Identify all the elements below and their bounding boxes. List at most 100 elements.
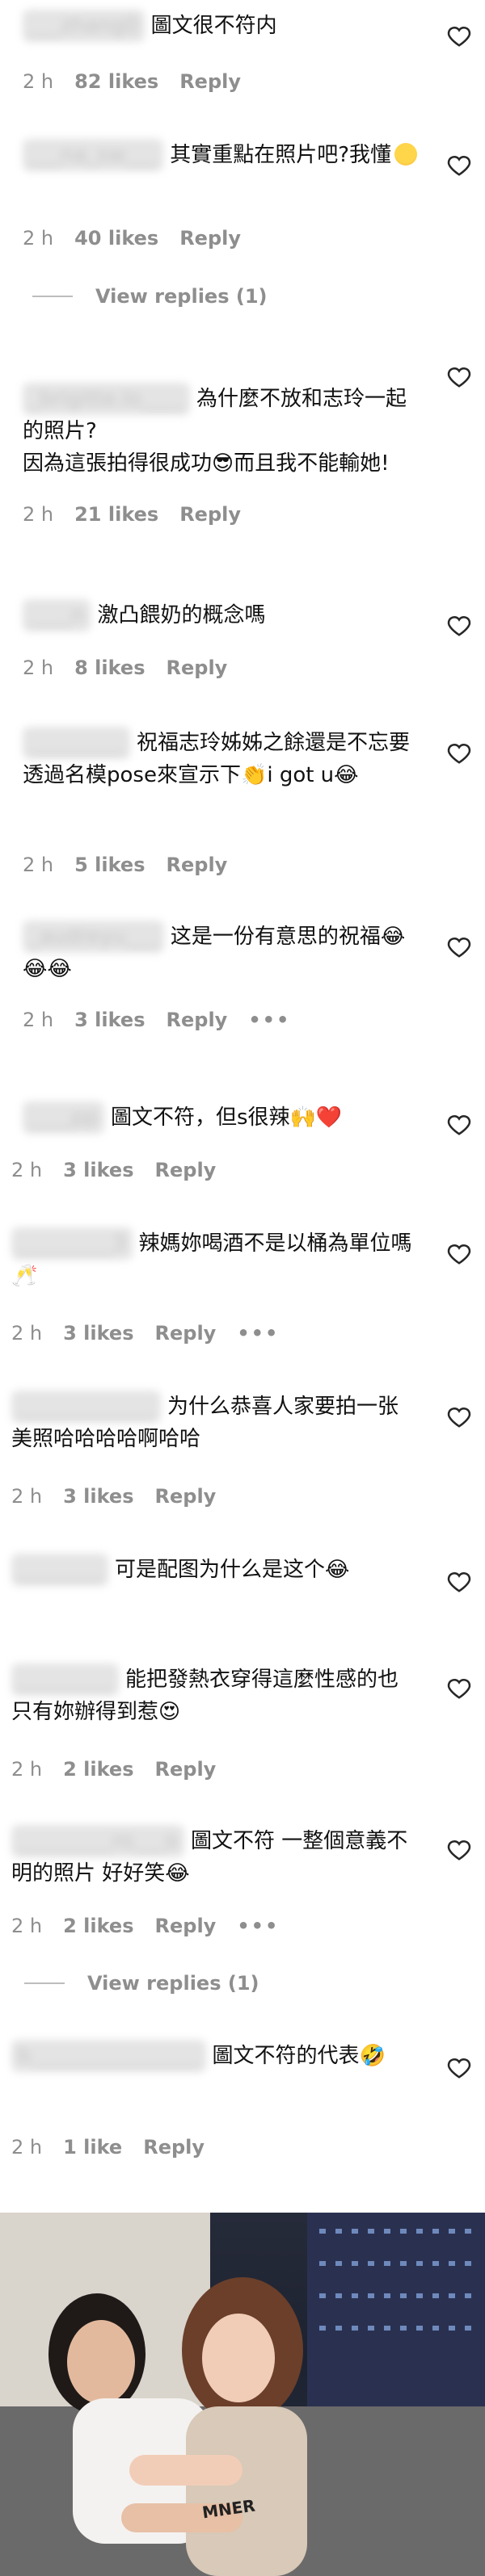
reply-button[interactable]: Reply [155,1321,217,1345]
reply-button[interactable]: Reply [179,69,241,94]
comment-meta: 2 h 40 likes Reply [23,226,241,250]
timestamp: 2 h [23,70,54,93]
reply-button[interactable]: Reply [155,1757,217,1781]
timestamp: 2 h [11,1322,43,1345]
reply-button[interactable]: Reply [155,1484,217,1508]
reply-button[interactable]: Reply [179,226,241,250]
reply-button[interactable]: Reply [167,1008,228,1032]
comment-text: _________3 辣媽妳喝酒不是以桶為單位嗎🥂 [11,1227,415,1292]
comment-meta: 2 h 3 likes Reply [11,1484,216,1508]
comment-text: _____________ 为什么恭喜人家要拍一张美照哈哈哈哈啊哈哈 [11,1391,415,1455]
comment-body: 其實重點在照片吧?我懂 [170,143,392,167]
likes-count[interactable]: 5 likes [74,853,145,877]
username[interactable]: _audreyu___ [23,921,164,953]
username[interactable]: _________ro___o [11,1825,184,1857]
timestamp: 2 h [23,1009,54,1031]
comment-body: 圖文不符的代表🤣 [212,2044,386,2068]
username[interactable]: ___zhang0 [23,10,145,42]
comment-text: b________________ 圖文不符的代表🤣 [11,2040,415,2072]
username[interactable]: _________3 [11,1227,133,1260]
heart-outline-icon[interactable] [447,1838,471,1862]
likes-count[interactable]: 21 likes [74,502,158,527]
comment-text: _________ro___o 圖文不符 一整個意義不明的照片 好好笑😂 [11,1825,415,1890]
heart-outline-icon[interactable] [447,1676,471,1701]
likes-count[interactable]: 40 likes [74,226,158,250]
view-replies-button[interactable]: View replies (1) [24,1972,259,1995]
comment-text: ____n 激凸餵奶的概念嗎 [23,599,427,631]
comment-text: ___na_sw___ 其實重點在照片吧?我懂 [23,139,427,171]
username[interactable]: _brigitte.lo____ [23,383,190,415]
likes-count[interactable]: 3 likes [63,1158,133,1182]
likes-count[interactable]: 3 likes [63,1484,133,1508]
comment-text: _brigitte.lo____ 為什麼不放和志玲一起的照片? 因為這張拍得很成功… [23,350,427,480]
reply-button[interactable]: Reply [155,1914,217,1938]
photo-illustration [0,2213,485,2576]
heart-outline-icon[interactable] [447,1113,471,1137]
comment-text: ___zhang0 圖文很不符内 [23,10,427,42]
comment-meta: 2 h 2 likes Reply ••• [11,1914,279,1938]
view-replies-button[interactable]: View replies (1) [32,285,267,308]
timestamp: 2 h [23,854,54,876]
timestamp: 2 h [11,2136,43,2159]
username[interactable]: ___na_sw___ [23,139,164,171]
comment-meta: 2 h 1 like Reply [11,2135,205,2159]
timestamp: 2 h [23,657,54,679]
comment-meta: 2 h 5 likes Reply [23,853,227,877]
comment-text: ____pp 圖文不符，但s很辣🙌❤️ [23,1101,427,1134]
comment-body: 圖文很不符内 [150,14,277,38]
likes-count[interactable]: 82 likes [74,69,158,94]
reply-button[interactable]: Reply [143,2135,205,2159]
comment-meta: 2 h 3 likes Reply ••• [11,1321,279,1345]
timestamp: 2 h [11,1159,43,1181]
reply-button[interactable]: Reply [155,1158,217,1182]
likes-count[interactable]: 3 likes [74,1008,145,1032]
heart-outline-icon[interactable] [447,1570,471,1594]
heart-outline-icon[interactable] [447,935,471,959]
reply-button[interactable]: Reply [167,853,228,877]
username[interactable]: ________ [11,1554,108,1586]
likes-count[interactable]: 1 like [63,2135,122,2159]
timestamp: 2 h [23,227,54,250]
comment-text: _________ 祝福志玲姊姊之餘還是不忘要透過名模pose來宣示下👏i got… [23,727,427,791]
username[interactable]: ____n [23,599,91,631]
username[interactable]: _________ [11,1663,119,1696]
likes-count[interactable]: 3 likes [63,1321,133,1345]
likes-count[interactable]: 2 likes [63,1914,133,1938]
timestamp: 2 h [11,1485,43,1508]
timestamp: 2 h [23,503,54,526]
heart-outline-icon[interactable] [447,741,471,766]
more-dots-icon[interactable]: ••• [248,1008,290,1032]
comment-text: _________ 能把發熱衣穿得這麼性感的也只有妳辦得到惹😍 [11,1663,415,1728]
divider [24,1982,65,1984]
divider [32,296,73,297]
heart-outline-icon[interactable] [447,1405,471,1429]
comment-meta: 2 h 21 likes Reply [23,502,241,527]
more-dots-icon[interactable]: ••• [237,1321,279,1345]
comment-meta: 2 h 3 likes Reply [11,1158,216,1182]
grin-emoji-icon [394,143,418,166]
reply-button[interactable]: Reply [179,502,241,527]
heart-outline-icon[interactable] [447,1242,471,1266]
comment-body: 可是配图为什么是这个😂 [115,1558,350,1582]
heart-outline-icon[interactable] [447,365,471,389]
likes-count[interactable]: 8 likes [74,656,145,680]
comment-meta: 2 h 2 likes Reply [11,1757,216,1781]
heart-outline-icon[interactable] [447,2056,471,2080]
username[interactable]: _________ [23,727,130,759]
username[interactable]: ____pp [23,1101,105,1134]
comment-meta: 2 h 3 likes Reply ••• [23,1008,290,1032]
comment-body: 激凸餵奶的概念嗎 [97,603,266,627]
more-dots-icon[interactable]: ••• [237,1914,279,1938]
comment-text: _audreyu___ 这是一份有意思的祝福😂😂😂 [23,921,427,985]
timestamp: 2 h [11,1758,43,1781]
heart-outline-icon[interactable] [447,614,471,638]
reply-button[interactable]: Reply [167,656,228,680]
likes-count[interactable]: 2 likes [63,1757,133,1781]
heart-outline-icon[interactable] [447,24,471,48]
username[interactable]: _____________ [11,1391,161,1423]
heart-outline-icon[interactable] [447,153,471,178]
comment-meta: 2 h 82 likes Reply [23,69,241,94]
comment-meta: 2 h 8 likes Reply [23,656,227,680]
username[interactable]: b________________ [11,2040,206,2072]
post-photo[interactable]: MNER [0,2213,485,2576]
